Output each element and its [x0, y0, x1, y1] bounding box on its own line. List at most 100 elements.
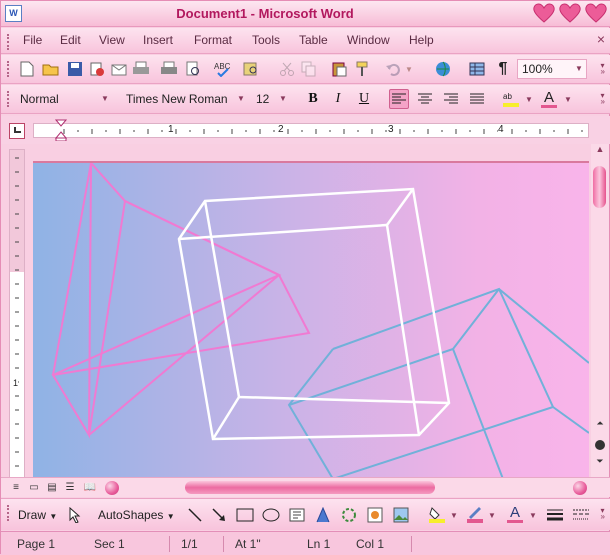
next-page-icon[interactable]: ⏷: [592, 456, 608, 470]
email-icon[interactable]: [109, 59, 129, 79]
dash-style-icon[interactable]: [571, 505, 591, 525]
hyperlink-icon[interactable]: [433, 59, 453, 79]
title-bar[interactable]: W Document1 - Microsoft Word: [1, 1, 610, 27]
align-right-icon[interactable]: [441, 89, 461, 109]
toolbar-grip[interactable]: [7, 34, 10, 50]
close-heart-icon[interactable]: [584, 1, 608, 25]
indent-marker-icon[interactable]: [55, 119, 67, 141]
align-center-icon[interactable]: [415, 89, 435, 109]
vertical-scroll-thumb[interactable]: [593, 166, 606, 208]
diagram-icon[interactable]: [339, 505, 359, 525]
document-page[interactable]: [33, 161, 589, 477]
highlight-icon[interactable]: ab: [501, 89, 521, 109]
menu-insert[interactable]: Insert: [143, 33, 173, 47]
save-icon[interactable]: [65, 59, 85, 79]
normal-view-icon[interactable]: ≡: [9, 481, 23, 495]
font-combo[interactable]: Times New Roman ▼: [121, 89, 249, 109]
menu-window[interactable]: Window: [347, 33, 390, 47]
print-preview-icon[interactable]: [183, 59, 203, 79]
toolbar-grip[interactable]: [7, 61, 10, 77]
autoshapes-menu[interactable]: AutoShapes ▼: [98, 508, 175, 522]
chevron-down-icon[interactable]: ▼: [99, 91, 111, 107]
text-box-icon[interactable]: [287, 505, 307, 525]
menu-view[interactable]: View: [99, 33, 125, 47]
toolbar-options-icon[interactable]: ▾»: [601, 507, 605, 521]
chevron-down-icon[interactable]: ▼: [277, 91, 289, 107]
vertical-ruler[interactable]: 1: [9, 149, 25, 479]
menu-file[interactable]: File: [23, 33, 42, 47]
tables-borders-icon[interactable]: [467, 59, 487, 79]
research-icon[interactable]: [241, 59, 261, 79]
undo-icon[interactable]: [383, 59, 403, 79]
fill-color-dropdown-icon[interactable]: ▼: [450, 511, 458, 520]
justify-icon[interactable]: [467, 89, 487, 109]
insert-picture-icon[interactable]: [391, 505, 411, 525]
menu-help[interactable]: Help: [409, 33, 434, 47]
ruler-strip[interactable]: 1 2 3 4: [33, 123, 589, 138]
fill-color-icon[interactable]: [427, 504, 447, 524]
previous-page-icon[interactable]: ⏶: [592, 418, 608, 432]
format-painter-icon[interactable]: [353, 59, 373, 79]
print-icon[interactable]: [159, 59, 179, 79]
new-icon[interactable]: [17, 59, 37, 79]
line-color-icon[interactable]: [465, 504, 485, 524]
arrow-icon[interactable]: [209, 505, 229, 525]
permission-icon[interactable]: [87, 59, 107, 79]
open-icon[interactable]: [41, 59, 61, 79]
line-style-icon[interactable]: [545, 505, 565, 525]
horizontal-scroll-thumb[interactable]: [185, 481, 435, 494]
underline-button[interactable]: U: [354, 89, 374, 109]
menu-table[interactable]: Table: [299, 33, 328, 47]
wordart-icon[interactable]: [313, 505, 333, 525]
style-combo[interactable]: Normal ▼: [15, 89, 113, 109]
toolbar-grip[interactable]: [7, 505, 10, 521]
menu-tools[interactable]: Tools: [252, 33, 280, 47]
line-icon[interactable]: [185, 505, 205, 525]
tab-selector-icon[interactable]: [9, 123, 25, 139]
select-browse-object-icon[interactable]: [595, 440, 605, 450]
scroll-up-icon[interactable]: ▲: [592, 144, 608, 160]
show-formatting-icon[interactable]: ¶: [493, 59, 513, 79]
chevron-down-icon[interactable]: ▼: [573, 61, 585, 77]
printer-icon[interactable]: [131, 59, 151, 79]
select-objects-icon[interactable]: [65, 505, 85, 525]
style-value: Normal: [20, 92, 59, 106]
rectangle-icon[interactable]: [235, 505, 255, 525]
font-size-combo[interactable]: 12 ▼: [251, 89, 291, 109]
menu-edit[interactable]: Edit: [60, 33, 81, 47]
toolbar-options-icon[interactable]: ▾»: [601, 92, 605, 106]
status-column: Col 1: [356, 537, 385, 551]
highlight-dropdown-icon[interactable]: ▼: [525, 95, 533, 104]
bold-button[interactable]: B: [303, 89, 323, 109]
clip-art-icon[interactable]: [365, 505, 385, 525]
draw-menu[interactable]: Draw ▼: [18, 508, 57, 522]
undo-dropdown-icon[interactable]: ▼: [405, 65, 413, 74]
italic-button[interactable]: I: [328, 89, 348, 109]
scroll-right-icon[interactable]: [573, 481, 587, 495]
line-color-dropdown-icon[interactable]: ▼: [488, 511, 496, 520]
minimize-heart-icon[interactable]: [532, 1, 556, 25]
align-left-icon[interactable]: [389, 89, 409, 109]
copy-icon[interactable]: [299, 59, 319, 79]
outline-view-icon[interactable]: ☰: [63, 481, 77, 495]
vertical-scrollbar[interactable]: ▲ ⏶ ⏷: [591, 144, 609, 496]
print-layout-view-icon[interactable]: ▤: [45, 481, 59, 495]
oval-icon[interactable]: [261, 505, 281, 525]
zoom-combo[interactable]: 100% ▼: [517, 59, 587, 79]
reading-layout-view-icon[interactable]: 📖: [83, 481, 97, 495]
toolbar-grip[interactable]: [7, 91, 10, 107]
toolbar-options-icon[interactable]: ▾»: [601, 62, 605, 76]
spelling-icon[interactable]: ABC: [213, 59, 233, 79]
drawing-font-color-button[interactable]: A: [505, 504, 525, 524]
chevron-down-icon[interactable]: ▼: [235, 91, 247, 107]
close-document-icon[interactable]: ×: [597, 31, 605, 47]
menu-format[interactable]: Format: [194, 33, 232, 47]
cut-icon[interactable]: [277, 59, 297, 79]
web-layout-view-icon[interactable]: ▭: [27, 481, 41, 495]
paste-icon[interactable]: [329, 59, 349, 79]
scroll-left-icon[interactable]: [105, 481, 119, 495]
font-color-button[interactable]: A: [539, 89, 559, 109]
maximize-heart-icon[interactable]: [558, 1, 582, 25]
font-color-dropdown-icon[interactable]: ▼: [564, 95, 572, 104]
drawing-font-color-dropdown-icon[interactable]: ▼: [529, 511, 537, 520]
